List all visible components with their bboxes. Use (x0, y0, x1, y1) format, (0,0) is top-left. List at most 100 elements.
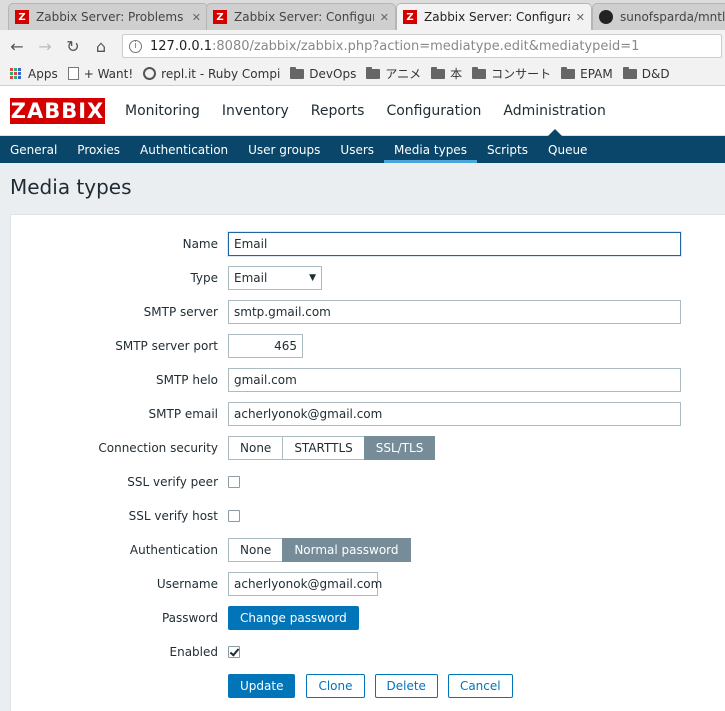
browser-tab[interactable]: Z Zabbix Server: Problems ✕ (8, 3, 208, 30)
connection-security-label: Connection security (98, 441, 218, 455)
bookmark-folder-epam[interactable]: EPAM (561, 66, 613, 81)
security-starttls-option[interactable]: STARTTLS (282, 436, 365, 460)
bookmark-want[interactable]: + Want! (67, 67, 133, 81)
row-ssl-verify-host: SSL verify host (0, 504, 725, 528)
browser-toolbar: ← → ↻ ⌂ i 127.0.0.1:8080/zabbix/zabbix.p… (0, 30, 725, 62)
submenu-authentication[interactable]: Authentication (130, 136, 238, 163)
row-password: Password Change password (0, 606, 725, 630)
submenu-general[interactable]: General (0, 136, 67, 163)
menu-inventory[interactable]: Inventory (222, 86, 289, 136)
back-arrow-icon[interactable]: ← (6, 35, 28, 57)
delete-button[interactable]: Delete (374, 674, 438, 698)
folder-icon (561, 66, 576, 79)
row-smtp-email: SMTP email acherlyonok@gmail.com (0, 402, 725, 426)
update-button[interactable]: Update (228, 674, 296, 698)
row-enabled: Enabled (0, 640, 725, 664)
row-authentication: Authentication None Normal password (0, 538, 725, 562)
reload-icon[interactable]: ↻ (62, 35, 84, 57)
forward-arrow-icon[interactable]: → (34, 35, 56, 57)
submenu-user-groups[interactable]: User groups (238, 136, 330, 163)
submenu: General Proxies Authentication User grou… (0, 136, 725, 163)
apps-grid-icon (10, 67, 22, 80)
change-password-button[interactable]: Change password (228, 606, 359, 630)
ssl-verify-host-checkbox[interactable] (228, 510, 240, 522)
authentication-label: Authentication (129, 543, 218, 557)
folder-icon (622, 66, 637, 79)
connection-security-toggle: None STARTTLS SSL/TLS (228, 436, 436, 460)
smtp-port-label: SMTP server port (115, 339, 218, 353)
row-smtp-server: SMTP server smtp.gmail.com (0, 300, 725, 324)
type-select[interactable]: Email ▼ (228, 266, 322, 290)
browser-tab-title: Zabbix Server: Configuration (424, 10, 570, 24)
smtp-helo-input[interactable]: gmail.com (228, 368, 681, 392)
name-input[interactable]: Email (228, 232, 681, 256)
browser-tab-active[interactable]: Z Zabbix Server: Configuration ✕ (396, 3, 592, 30)
ssl-verify-peer-checkbox[interactable] (228, 476, 240, 488)
url-text: 127.0.0.1:8080/zabbix/zabbix.php?action=… (150, 38, 640, 54)
caret-down-icon: ▼ (309, 273, 316, 283)
auth-normal-password-option[interactable]: Normal password (282, 538, 411, 562)
info-icon[interactable]: i (129, 39, 142, 53)
github-icon (599, 10, 613, 24)
browser-tab-title: Zabbix Server: Problems (36, 10, 184, 24)
row-connection-security: Connection security None STARTTLS SSL/TL… (0, 436, 725, 460)
submenu-users[interactable]: Users (330, 136, 384, 163)
replit-icon (143, 67, 157, 80)
smtp-email-label: SMTP email (148, 407, 218, 421)
enabled-checkbox[interactable] (228, 646, 240, 658)
submenu-proxies[interactable]: Proxies (67, 136, 130, 163)
auth-none-option[interactable]: None (228, 538, 284, 562)
browser-tab[interactable]: sunofsparda/mntla (592, 3, 725, 30)
home-icon[interactable]: ⌂ (90, 35, 112, 57)
menu-administration[interactable]: Administration (503, 86, 606, 136)
submenu-queue[interactable]: Queue (538, 136, 597, 163)
type-select-value: Email (234, 271, 268, 285)
bookmark-replit[interactable]: repl.it - Ruby Compi (143, 67, 280, 81)
row-username: Username acherlyonok@gmail.com (0, 572, 725, 596)
folder-icon (472, 66, 487, 79)
row-smtp-port: SMTP server port 465 (0, 334, 725, 358)
smtp-port-input[interactable]: 465 (228, 334, 303, 358)
username-input[interactable]: acherlyonok@gmail.com (228, 572, 382, 596)
bookmark-folder-concert[interactable]: コンサート (472, 65, 551, 82)
page-title: Media types (10, 175, 132, 199)
username-label: Username (156, 577, 218, 591)
browser-tab-title: Zabbix Server: Configuration (234, 10, 374, 24)
browser-tab-strip: Z Zabbix Server: Problems ✕ Z Zabbix Ser… (0, 0, 725, 30)
row-actions: Update Clone Delete Cancel (0, 674, 725, 698)
cancel-button[interactable]: Cancel (447, 674, 513, 698)
menu-monitoring[interactable]: Monitoring (125, 86, 200, 136)
menu-reports[interactable]: Reports (311, 86, 365, 136)
main-menu: Monitoring Inventory Reports Configurati… (125, 86, 628, 136)
bookmarks-bar: Apps + Want! repl.it - Ruby Compi DevOps… (0, 62, 725, 86)
bookmark-folder-dnd[interactable]: D&D (622, 66, 670, 81)
bookmark-folder-anime[interactable]: アニメ (366, 65, 421, 82)
form-actions: Update Clone Delete Cancel (228, 674, 513, 698)
bookmark-folder-devops[interactable]: DevOps (290, 66, 356, 81)
row-ssl-verify-peer: SSL verify peer (0, 470, 725, 494)
submenu-media-types[interactable]: Media types (384, 136, 477, 163)
zabbix-logo[interactable]: ZABBIX (10, 98, 105, 124)
password-field: Change password (228, 606, 359, 630)
bookmark-apps[interactable]: Apps (10, 67, 58, 81)
address-bar[interactable]: i 127.0.0.1:8080/zabbix/zabbix.php?actio… (122, 34, 722, 58)
security-ssl-tls-option[interactable]: SSL/TLS (363, 436, 436, 460)
folder-icon (290, 66, 305, 79)
smtp-server-input[interactable]: smtp.gmail.com (228, 300, 681, 324)
menu-configuration[interactable]: Configuration (386, 86, 481, 136)
security-none-option[interactable]: None (228, 436, 284, 460)
browser-tab[interactable]: Z Zabbix Server: Configuration ✕ (206, 3, 396, 30)
bookmark-folder-books[interactable]: 本 (431, 65, 462, 82)
close-icon[interactable]: ✕ (576, 11, 585, 24)
authentication-toggle: None Normal password (228, 538, 411, 562)
clone-button[interactable]: Clone (306, 674, 365, 698)
smtp-email-input[interactable]: acherlyonok@gmail.com (228, 402, 681, 426)
zabbix-favicon-icon: Z (403, 10, 417, 24)
close-icon[interactable]: ✕ (192, 11, 201, 24)
submenu-scripts[interactable]: Scripts (477, 136, 538, 163)
name-label: Name (182, 237, 218, 251)
page-icon (67, 67, 79, 80)
close-icon[interactable]: ✕ (380, 11, 389, 24)
enabled-label: Enabled (169, 645, 219, 659)
type-label: Type (190, 271, 218, 285)
